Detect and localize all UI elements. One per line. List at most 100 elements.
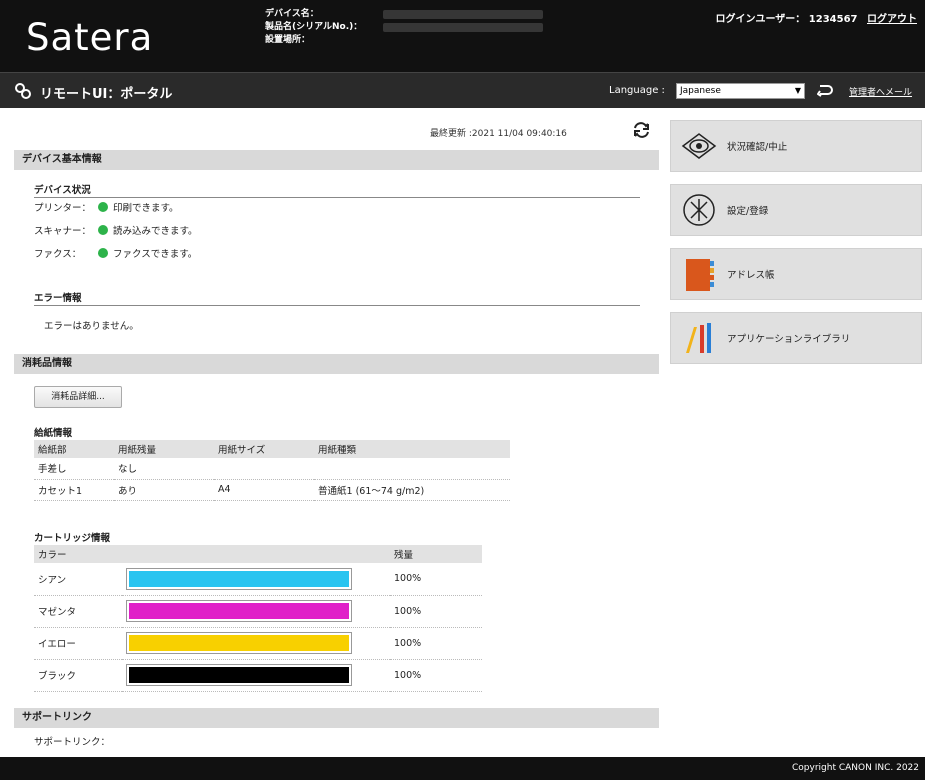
- status-label: プリンター：: [34, 203, 92, 214]
- cartridge-level-text: 100%: [390, 627, 482, 660]
- nav-label: 状況確認/中止: [727, 142, 788, 153]
- location-label: 設置場所：: [265, 35, 311, 45]
- table-cell: A4: [214, 479, 314, 501]
- last-updated: 最終更新 :2021 11/04 09:40:16: [430, 129, 567, 139]
- cartridge-row: シアン 100%: [34, 563, 482, 596]
- cartridge-level-fill: [129, 635, 349, 651]
- language-select-value: Japanese: [680, 86, 721, 96]
- copyright: Copyright CANON INC. 2022: [792, 763, 919, 773]
- language-select[interactable]: Japanese ▼: [676, 83, 805, 99]
- cartridge-level-cell: [122, 627, 390, 660]
- login-info: ログインユーザー： 1234567 ログアウト: [716, 10, 918, 25]
- nav-label: 設定/登録: [727, 206, 769, 217]
- nav-label: アドレス帳: [727, 270, 775, 281]
- consumables-detail-button[interactable]: 消耗品詳細...: [34, 386, 122, 408]
- cartridge-color-name: イエロー: [34, 627, 122, 660]
- admin-mail-link[interactable]: 管理者へメール: [849, 85, 912, 98]
- cartridge-row: ブラック 100%: [34, 659, 482, 692]
- chevron-down-icon: ▼: [794, 86, 801, 95]
- cartridge-level-bar: [126, 567, 352, 590]
- device-status-heading: デバイス状況: [34, 182, 640, 198]
- status-row-scanner: スキャナー： 読み込みできます。: [34, 223, 198, 237]
- table-cell: 手差し: [34, 458, 114, 480]
- status-label: ファクス：: [34, 249, 82, 260]
- cartridge-level-fill: [129, 603, 349, 619]
- column-header: 用紙サイズ: [214, 440, 314, 458]
- eye-icon: [679, 126, 719, 166]
- cartridge-level-text: 100%: [390, 595, 482, 628]
- column-header: 給紙部: [34, 440, 114, 458]
- address-book-icon: [679, 254, 719, 294]
- table-cell: なし: [114, 458, 214, 480]
- portal-title: リモートUI：ポータル: [40, 87, 173, 102]
- cartridge-level-cell: [122, 563, 390, 596]
- refresh-icon[interactable]: [633, 122, 650, 138]
- status-text: 読み込みできます。: [113, 226, 198, 237]
- table-cell: 普通紙1 (61～74 g/m2): [314, 479, 510, 501]
- logout-link[interactable]: ログアウト: [867, 14, 917, 25]
- device-name-value-redacted: [383, 10, 543, 19]
- cartridge-level-bar: [126, 600, 352, 622]
- paper-table-header: 給紙部 用紙残量 用紙サイズ 用紙種類: [34, 440, 510, 458]
- nav-status-monitor[interactable]: 状況確認/中止: [670, 120, 922, 172]
- table-cell: [314, 458, 510, 480]
- status-label: スキャナー：: [34, 226, 92, 237]
- paper-table: 給紙部 用紙残量 用紙サイズ 用紙種類 手差し なし カセット1 あり A4 普…: [34, 440, 510, 501]
- product-name-value-redacted: [383, 23, 543, 32]
- cartridge-table: カラー 残量 シアン 100% マゼンタ 100% イエロー 100% ブラック 100%: [34, 545, 482, 692]
- satera-logo: Satera: [26, 16, 154, 59]
- table-cell: [214, 458, 314, 480]
- cartridge-color-name: マゼンタ: [34, 595, 122, 628]
- column-header: 残量: [390, 545, 482, 563]
- table-cell: あり: [114, 479, 214, 501]
- device-name-label: デバイス名：: [265, 9, 319, 19]
- status-ok-icon: [98, 248, 108, 258]
- settings-icon: [679, 190, 719, 230]
- cartridge-level-cell: [122, 595, 390, 628]
- cartridge-level-cell: [122, 659, 390, 692]
- status-text: 印刷できます。: [113, 203, 179, 214]
- cartridge-info-heading: カートリッジ情報: [34, 530, 482, 546]
- column-header: 用紙種類: [314, 440, 510, 458]
- status-ok-icon: [98, 225, 108, 235]
- app-library-icon: [679, 318, 719, 358]
- support-section-header: サポートリンク: [14, 708, 659, 728]
- consumables-section-header: 消耗品情報: [14, 354, 659, 374]
- column-header: 用紙残量: [114, 440, 214, 458]
- status-row-fax: ファクス： ファクスできます。: [34, 246, 197, 260]
- cartridge-color-name: ブラック: [34, 659, 122, 692]
- table-row: カセット1 あり A4 普通紙1 (61～74 g/m2): [34, 479, 510, 501]
- apply-language-icon[interactable]: [817, 82, 833, 98]
- error-text: エラーはありません。: [44, 321, 139, 332]
- cartridge-level-fill: [129, 570, 349, 587]
- device-info-section-header: デバイス基本情報: [14, 150, 659, 170]
- support-link-label: サポートリンク：: [34, 737, 111, 748]
- status-ok-icon: [98, 202, 108, 212]
- cartridge-level-text: 100%: [390, 659, 482, 692]
- nav-application-library[interactable]: アプリケーションライブラリ: [670, 312, 922, 364]
- product-name-label: 製品名(シリアルNo.)：: [265, 22, 363, 32]
- cartridge-table-header: カラー 残量: [34, 545, 482, 563]
- nav-address-book[interactable]: アドレス帳: [670, 248, 922, 300]
- login-user-label: ログインユーザー：: [715, 14, 806, 25]
- nav-settings[interactable]: 設定/登録: [670, 184, 922, 236]
- cartridge-row: マゼンタ 100%: [34, 595, 482, 628]
- paper-info-heading: 給紙情報: [34, 425, 510, 441]
- column-header: カラー: [34, 545, 122, 563]
- portal-bar: リモートUI：ポータル Language : Japanese ▼ 管理者へメー…: [0, 72, 925, 108]
- cartridge-color-name: シアン: [34, 563, 122, 596]
- top-header: Satera デバイス名： 製品名(シリアルNo.)： 設置場所： ログインユー…: [0, 0, 925, 72]
- cartridge-row: イエロー 100%: [34, 627, 482, 660]
- column-header: [122, 545, 390, 563]
- footer: Copyright CANON INC. 2022: [0, 757, 925, 780]
- status-row-printer: プリンター： 印刷できます。: [34, 200, 179, 214]
- portal-icon: [15, 83, 31, 99]
- language-label: Language :: [609, 85, 665, 96]
- table-row: 手差し なし: [34, 458, 510, 480]
- table-cell: カセット1: [34, 479, 114, 501]
- cartridge-level-bar: [126, 664, 352, 686]
- cartridge-level-fill: [129, 667, 349, 683]
- error-info-heading: エラー情報: [34, 290, 640, 306]
- device-info-header: デバイス名： 製品名(シリアルNo.)： 設置場所：: [265, 8, 543, 47]
- login-user-id: 1234567: [808, 14, 858, 25]
